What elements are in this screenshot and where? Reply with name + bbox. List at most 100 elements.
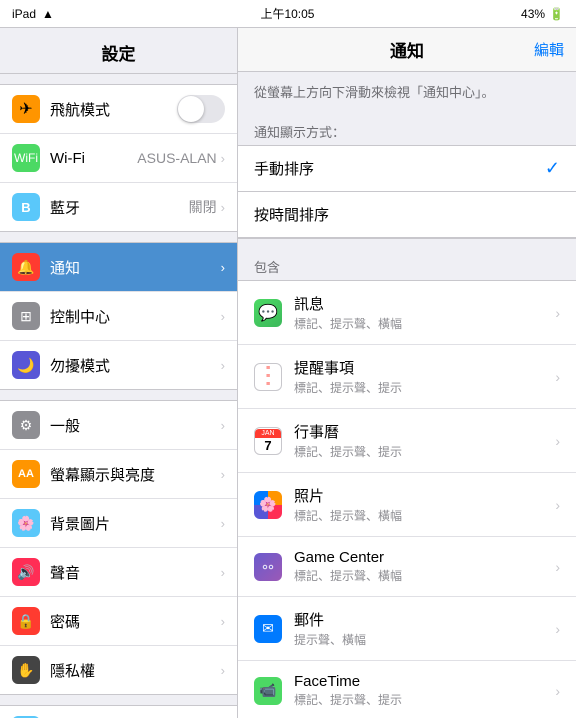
sidebar-item-label-bluetooth: 藍牙: [50, 197, 189, 218]
airplane-toggle[interactable]: [177, 95, 225, 123]
bluetooth-value: 關閉: [189, 197, 217, 217]
app-row-gamecenter[interactable]: Game Center 標記、提示聲、橫幅 ›: [238, 537, 576, 597]
sidebar-title: 設定: [0, 28, 237, 74]
wallpaper-icon: 🌸: [12, 509, 40, 537]
sidebar-item-privacy[interactable]: ✋ 隱私權 ›: [0, 646, 237, 694]
sidebar-item-display[interactable]: AA 螢幕顯示與亮度 ›: [0, 450, 237, 499]
sidebar-item-wifi[interactable]: WiFi Wi-Fi ASUS-ALAN ›: [0, 134, 237, 183]
messages-app-icon: 💬: [254, 299, 282, 327]
app-row-facetime[interactable]: 📹 FaceTime 標記、提示聲、提示 ›: [238, 661, 576, 718]
controlcenter-chevron: ›: [221, 309, 225, 324]
messages-content: 訊息 標記、提示聲、橫幅: [294, 293, 551, 332]
detail-hint: 從螢幕上方向下滑動來檢視「通知中心」。: [238, 72, 576, 114]
mail-title: 郵件: [294, 609, 551, 630]
sidebar-item-label-sound: 聲音: [50, 562, 221, 583]
passcode-icon: 🔒: [12, 607, 40, 635]
sound-chevron: ›: [221, 565, 225, 580]
apps-list: 💬 訊息 標記、提示聲、橫幅 › ≡ ≡ ≡ 提醒事項: [238, 280, 576, 718]
battery-label: 43%: [521, 7, 545, 21]
battery-icon: 🔋: [549, 7, 564, 21]
sort-option-time[interactable]: 按時間排序: [238, 192, 576, 238]
wifi-value: ASUS-ALAN: [137, 150, 216, 166]
carrier-label: iPad: [12, 7, 36, 21]
reminders-subtitle: 標記、提示聲、提示: [294, 379, 551, 396]
sidebar-item-bluetooth[interactable]: B 藍牙 關閉 ›: [0, 183, 237, 231]
wifi-chevron: ›: [221, 151, 225, 166]
mail-app-icon: ✉: [254, 615, 282, 643]
mail-content: 郵件 提示聲、橫幅: [294, 609, 551, 648]
display-chevron: ›: [221, 467, 225, 482]
display-icon: AA: [12, 460, 40, 488]
mail-chevron: ›: [555, 621, 560, 637]
detail-title: 通知: [390, 37, 424, 62]
facetime-title: FaceTime: [294, 673, 551, 690]
sort-section-label: 通知顯示方式：: [238, 114, 576, 145]
edit-button[interactable]: 編輯: [534, 39, 564, 60]
controlcenter-icon: ⊞: [12, 302, 40, 330]
app-row-messages[interactable]: 💬 訊息 標記、提示聲、橫幅 ›: [238, 281, 576, 345]
sidebar-item-label-notification: 通知: [50, 257, 221, 278]
sound-icon: 🔊: [12, 558, 40, 586]
facetime-subtitle: 標記、提示聲、提示: [294, 691, 551, 708]
gamecenter-subtitle: 標記、提示聲、橫幅: [294, 567, 551, 584]
photos-chevron: ›: [555, 497, 560, 513]
sidebar-item-general[interactable]: ⚙ 一般 ›: [0, 401, 237, 450]
bluetooth-chevron: ›: [221, 200, 225, 215]
sidebar-item-wallpaper[interactable]: 🌸 背景圖片 ›: [0, 499, 237, 548]
includes-section-label: 包含: [238, 249, 576, 280]
sidebar-item-label-privacy: 隱私權: [50, 660, 221, 681]
status-left: iPad ▲: [12, 7, 54, 21]
messages-title: 訊息: [294, 293, 551, 314]
calendar-subtitle: 標記、提示聲、提示: [294, 443, 551, 460]
sidebar-section-2: 🔔 通知 › ⊞ 控制中心 › 🌙 勿擾模式 ›: [0, 242, 237, 390]
facetime-app-icon: 📹: [254, 677, 282, 705]
app-row-mail[interactable]: ✉ 郵件 提示聲、橫幅 ›: [238, 597, 576, 661]
facetime-chevron: ›: [555, 683, 560, 699]
sidebar-item-label-airplane: 飛航模式: [50, 99, 177, 120]
status-bar: iPad ▲ 上午10:05 43% 🔋: [0, 0, 576, 28]
reminders-app-icon: ≡ ≡ ≡: [254, 363, 282, 391]
messages-subtitle: 標記、提示聲、橫幅: [294, 315, 551, 332]
sidebar-item-donotdisturb[interactable]: 🌙 勿擾模式 ›: [0, 341, 237, 389]
passcode-chevron: ›: [221, 614, 225, 629]
wifi-icon: WiFi: [12, 144, 40, 172]
sidebar-section-1: ✈ 飛航模式 WiFi Wi-Fi ASUS-ALAN › B 藍牙 關閉 ›: [0, 84, 237, 232]
sidebar-item-label-wallpaper: 背景圖片: [50, 513, 221, 534]
reminders-chevron: ›: [555, 369, 560, 385]
privacy-chevron: ›: [221, 663, 225, 678]
sidebar-item-airplane[interactable]: ✈ 飛航模式: [0, 85, 237, 134]
notification-icon: 🔔: [12, 253, 40, 281]
sidebar-item-notification[interactable]: 🔔 通知 ›: [0, 243, 237, 292]
facetime-content: FaceTime 標記、提示聲、提示: [294, 673, 551, 708]
sidebar-item-controlcenter[interactable]: ⊞ 控制中心 ›: [0, 292, 237, 341]
detail-header: 通知 編輯: [238, 28, 576, 72]
sidebar-item-sound[interactable]: 🔊 聲音 ›: [0, 548, 237, 597]
privacy-icon: ✋: [12, 656, 40, 684]
sidebar-item-icloud[interactable]: ☁ iCloud ›: [0, 706, 237, 718]
photos-title: 照片: [294, 485, 551, 506]
app-row-photos[interactable]: 🌸 照片 標記、提示聲、橫幅 ›: [238, 473, 576, 537]
photos-subtitle: 標記、提示聲、橫幅: [294, 507, 551, 524]
airplane-icon: ✈: [12, 95, 40, 123]
gamecenter-chevron: ›: [555, 559, 560, 575]
messages-chevron: ›: [555, 305, 560, 321]
sidebar-item-label-wifi: Wi-Fi: [50, 150, 137, 167]
sidebar-item-label-donotdisturb: 勿擾模式: [50, 355, 221, 376]
sort-manual-label: 手動排序: [254, 158, 545, 179]
sidebar-item-label-display: 螢幕顯示與亮度: [50, 464, 221, 485]
wallpaper-chevron: ›: [221, 516, 225, 531]
wifi-icon: ▲: [42, 7, 54, 21]
detail-panel: 通知 編輯 從螢幕上方向下滑動來檢視「通知中心」。 通知顯示方式： 手動排序 ✓…: [238, 28, 576, 718]
sidebar-section-3: ⚙ 一般 › AA 螢幕顯示與亮度 › 🌸 背景圖片 › 🔊 聲音 › 🔒: [0, 400, 237, 695]
app-row-reminders[interactable]: ≡ ≡ ≡ 提醒事項 標記、提示聲、提示 ›: [238, 345, 576, 409]
sort-option-manual[interactable]: 手動排序 ✓: [238, 146, 576, 192]
sidebar-item-passcode[interactable]: 🔒 密碼 ›: [0, 597, 237, 646]
notification-chevron: ›: [221, 260, 225, 275]
main-container: 設定 ✈ 飛航模式 WiFi Wi-Fi ASUS-ALAN › B 藍牙 關閉…: [0, 28, 576, 718]
toggle-knob: [178, 96, 204, 122]
status-time: 上午10:05: [260, 5, 314, 22]
sort-time-label: 按時間排序: [254, 204, 560, 225]
bluetooth-icon: B: [12, 193, 40, 221]
app-row-calendar[interactable]: JAN 7 行事曆 標記、提示聲、提示 ›: [238, 409, 576, 473]
status-right: 43% 🔋: [521, 7, 564, 21]
